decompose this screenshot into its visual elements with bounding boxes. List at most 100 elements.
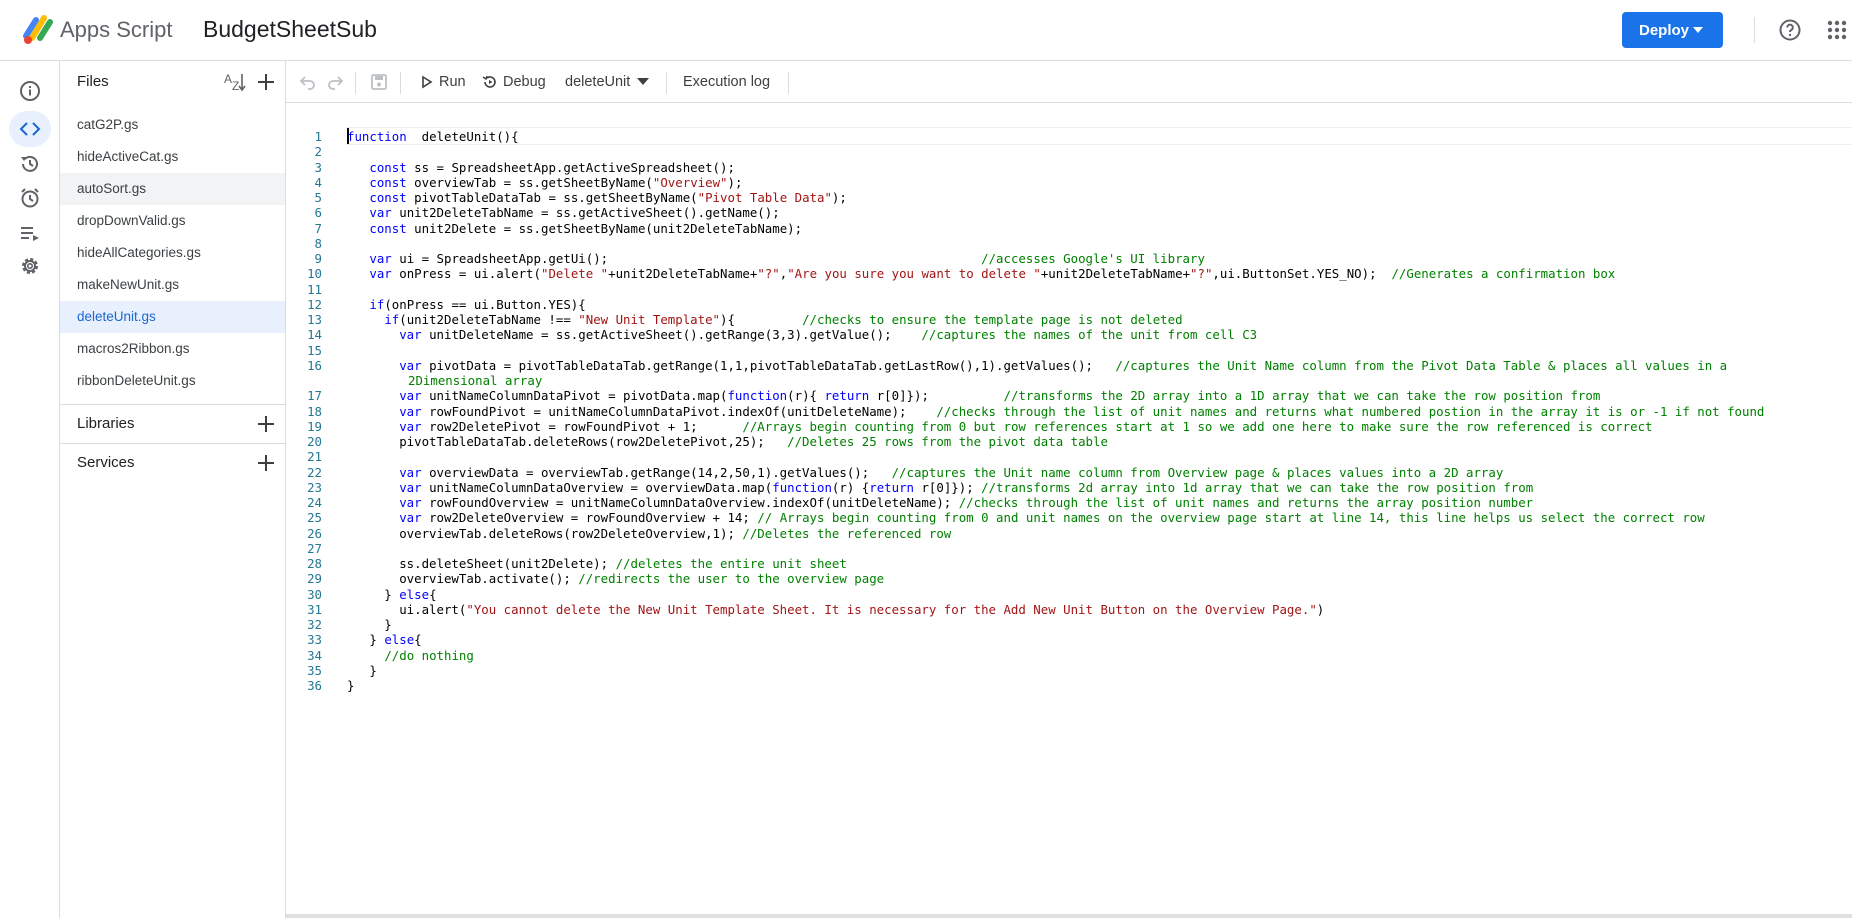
code-text: overviewTab.deleteRows(row2DeleteOvervie…: [347, 525, 951, 543]
file-item[interactable]: catG2P.gs: [60, 109, 285, 141]
add-library-icon[interactable]: [255, 413, 277, 435]
add-service-icon[interactable]: [255, 452, 277, 474]
app-name[interactable]: Apps Script: [60, 17, 173, 43]
code-token: if: [384, 312, 400, 327]
toolbar-divider: [400, 72, 401, 94]
code-token: var: [369, 266, 392, 282]
code-token: pivotData = pivotTableDataTab.getRange(1…: [421, 357, 1116, 373]
code-token: (r) {: [831, 479, 870, 495]
file-list: catG2P.gs hideActiveCat.gs autoSort.gs drop…: [60, 109, 285, 397]
redo-button[interactable]: [326, 61, 344, 103]
file-item[interactable]: hideAllCategories.gs: [60, 237, 285, 269]
code-token: function: [347, 129, 407, 144]
chevron-down-icon: [637, 78, 650, 85]
code-token: }: [347, 662, 377, 678]
info-icon[interactable]: [17, 78, 43, 104]
code-token: "Delete ": [540, 266, 609, 282]
code-token: r[0]});: [914, 479, 982, 495]
apps-script-logo-icon[interactable]: [20, 14, 56, 46]
add-file-icon[interactable]: [255, 71, 277, 93]
debug-label: Debug: [503, 74, 546, 90]
code-token: overviewTab.activate();: [347, 571, 579, 587]
divider: [1754, 17, 1755, 43]
executions-icon[interactable]: [17, 220, 43, 246]
code-token: var: [399, 510, 422, 526]
file-item[interactable]: deleteUnit.gs: [60, 301, 285, 333]
top-bar: Apps Script BudgetSheetSub Deploy: [0, 0, 1852, 61]
execution-log-button[interactable]: Execution log: [683, 61, 770, 103]
file-item[interactable]: hideActiveCat.gs: [60, 141, 285, 173]
code-token: //captures the Unit Name column from the…: [1115, 357, 1728, 373]
gear-icon[interactable]: [17, 253, 43, 279]
code-token: if: [369, 296, 385, 312]
code-token: );: [831, 190, 847, 205]
code-token: pivotTableDataTab.deleteRows(row2DeleteP…: [347, 434, 788, 449]
code-token: ss = SpreadsheetApp.getActiveSpreadsheet…: [406, 159, 735, 175]
save-button[interactable]: [370, 61, 388, 103]
deploy-label: Deploy: [1639, 21, 1690, 39]
code-token: ui.alert(: [347, 601, 467, 617]
help-icon[interactable]: [1778, 18, 1802, 42]
code-token: const: [369, 190, 407, 205]
code-token: // Arrays begin counting from 0 and unit…: [757, 510, 1705, 526]
debug-button[interactable]: Debug: [482, 61, 546, 103]
sort-alphabetical-icon[interactable]: A Z: [223, 70, 247, 94]
code-token: }: [347, 586, 400, 602]
undo-button[interactable]: [299, 61, 317, 103]
code-token: var: [399, 388, 422, 404]
services-section[interactable]: Services: [60, 443, 285, 481]
code-token: row2DeletePivot = rowFoundPivot + 1;: [421, 418, 743, 434]
code-token: ui = SpreadsheetApp.getUi();: [391, 251, 982, 266]
code-token: "?": [757, 266, 780, 282]
chevron-down-icon: [1693, 27, 1703, 33]
libraries-section[interactable]: Libraries: [60, 404, 285, 442]
code-token: ,ui.ButtonSet.YES_NO);: [1212, 266, 1392, 282]
line-number: 16: [307, 357, 322, 373]
deploy-button[interactable]: Deploy: [1622, 12, 1723, 48]
code-token: return: [869, 479, 914, 495]
alarm-icon[interactable]: [17, 185, 43, 211]
code-token: "?": [1190, 266, 1213, 282]
code-token: var: [369, 251, 392, 266]
file-item[interactable]: ribbonDeleteUnit.gs: [60, 365, 285, 397]
file-item[interactable]: makeNewUnit.gs: [60, 269, 285, 301]
files-panel: Files A Z catG2P.gs hideActiveCat.gs autoS…: [60, 61, 286, 918]
google-apps-icon[interactable]: [1826, 19, 1848, 41]
run-button[interactable]: Run: [420, 61, 466, 103]
code-token: var: [399, 495, 422, 510]
code-token: rowFoundOverview = unitNameColumnDataOve…: [421, 495, 959, 510]
code-token: var: [399, 418, 422, 434]
code-token: const: [369, 174, 407, 190]
redo-icon: [328, 76, 344, 90]
project-name[interactable]: BudgetSheetSub: [203, 16, 377, 43]
code-editor[interactable]: 1 function deleteUnit(){2 3 const ss = Spr…: [286, 103, 1852, 918]
code-token: ): [1316, 601, 1325, 617]
history-icon[interactable]: [17, 151, 43, 177]
code-token: {: [429, 586, 437, 602]
code-token: //Deletes the referenced row: [742, 525, 952, 541]
play-icon: [422, 75, 433, 89]
code-token: r[0]});: [869, 388, 1004, 404]
code-token: unit2Delete = ss.getSheetByName(unit2Del…: [406, 220, 803, 236]
code-token: var: [369, 205, 392, 221]
file-item[interactable]: macros2Ribbon.gs: [60, 333, 285, 365]
file-item[interactable]: dropDownValid.gs: [60, 205, 285, 237]
file-item[interactable]: autoSort.gs: [60, 173, 285, 205]
code-icon[interactable]: [9, 111, 51, 147]
code-text: pivotTableDataTab.deleteRows(row2DeleteP…: [347, 433, 1108, 451]
code-token: //Arrays begin counting from 0 but row r…: [742, 418, 1653, 434]
function-select[interactable]: deleteUnit: [565, 61, 650, 103]
current-line-highlight: [346, 127, 1852, 145]
code-token: //Generates a confirmation box: [1391, 266, 1616, 282]
code-token: //deletes the entire unit sheet: [615, 556, 847, 571]
code-token: //transforms the 2D array into a 1D arra…: [1003, 388, 1601, 404]
code-token: //redirects the user to the overview pag…: [578, 571, 885, 587]
code-text: var onPress = ui.alert("Delete "+unit2De…: [347, 265, 1615, 283]
